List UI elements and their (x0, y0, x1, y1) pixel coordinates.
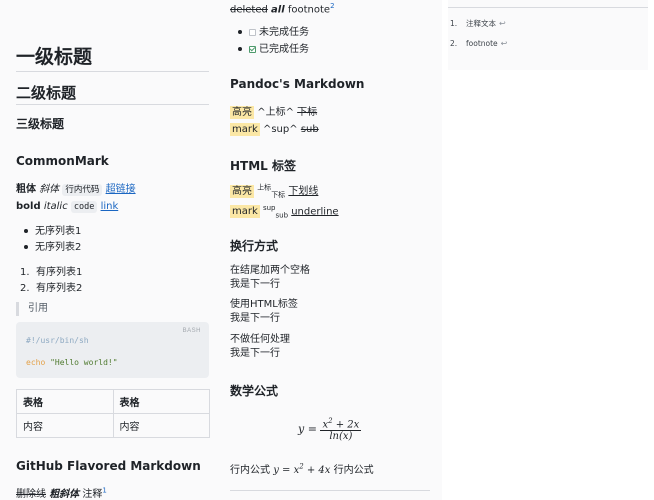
newline-block: 在结尾加两个空格 我是下一行 (230, 265, 310, 290)
html-line-en: mark supsub underline (230, 204, 339, 220)
hyperlink[interactable]: link (101, 201, 119, 212)
checkbox-icon[interactable] (249, 29, 256, 36)
column-right: 1. 注释文本 ↩ 2. footnote ↩ (442, 0, 654, 500)
math-heading: 数学公式 (230, 384, 279, 398)
inline-code: code (70, 201, 98, 213)
newline-block: 不做任何处理 我是下一行 (230, 334, 290, 359)
bold-italic-text: 粗斜体 (49, 489, 80, 500)
column-left: 一级标题 二级标题 三级标题 CommonMark 粗体 斜体 行内代码 超链接… (0, 0, 218, 500)
strikethrough-text: deleted (230, 4, 268, 16)
list-item: 1. 有序列表1 (20, 267, 83, 278)
inline-styles-cn: 粗体 斜体 行内代码 超链接 (16, 180, 136, 196)
commonmark-heading: CommonMark (16, 154, 109, 168)
column-middle: deleted all footnote2 未完成任务 已完成任务 Pandoc… (218, 0, 442, 500)
italic-text: 斜体 (39, 184, 60, 195)
checkbox-checked-icon[interactable] (249, 46, 256, 53)
table-cell: 内容 (16, 413, 114, 438)
footnote-line: deleted all footnote2 (230, 2, 335, 16)
pandoc-heading: Pandoc's Markdown (230, 77, 365, 91)
html-line-cn: 高亮 上标下标 下划线 (230, 183, 319, 199)
code-language-label: BASH (182, 328, 201, 334)
strikethrough-text: 删除线 (16, 489, 46, 500)
bullet-icon (24, 229, 28, 233)
heading-2: 二级标题 (16, 84, 77, 102)
bullet-icon (238, 47, 242, 51)
inline-math-line: 行内公式 y = x2 + 4x 行内公式 (230, 462, 374, 476)
footnotes-panel (448, 0, 648, 70)
gfm-heading: GitHub Flavored Markdown (16, 459, 201, 473)
h2-divider (16, 104, 209, 105)
highlight-text: 高亮 (230, 185, 254, 198)
task-item: 未完成任务 (238, 23, 309, 38)
list-item: 2. 有序列表2 (20, 283, 83, 294)
table-row: 内容 内容 (16, 413, 210, 438)
highlight-text: mark (230, 123, 260, 136)
italic-text: italic (43, 201, 68, 212)
newline-heading: 换行方式 (230, 239, 279, 253)
table-cell: 内容 (112, 413, 210, 438)
highlight-text: mark (230, 205, 260, 219)
heading-3: 三级标题 (16, 117, 65, 131)
inline-formula: y = x2 + 4x (273, 462, 331, 476)
code-line: #!/usr/bin/sh (26, 336, 89, 345)
footnote-ref[interactable]: 2 (330, 2, 334, 10)
underline-text: 下划线 (288, 186, 319, 197)
bold-text: 粗体 (16, 184, 36, 195)
footnotes-divider (448, 7, 648, 8)
return-arrow-icon[interactable]: ↩ (501, 39, 508, 48)
table-header-cell: 表格 (112, 389, 210, 414)
bold-text: bold (16, 201, 41, 212)
bullet-icon (24, 245, 28, 249)
footnote-item: 2. footnote ↩ (450, 39, 508, 48)
heading-1: 一级标题 (16, 46, 93, 68)
inline-styles-en: bold italic code link (16, 201, 119, 213)
markdown-table: 表格 表格 内容 内容 (16, 389, 210, 438)
bold-italic-text: all (271, 4, 285, 16)
blockquote: 引用 (16, 302, 48, 316)
task-item: 已完成任务 (238, 40, 309, 55)
underline-text: underline (291, 206, 339, 218)
pandoc-line-cn: 高亮 ^上标^ 下标 (230, 106, 318, 119)
hyperlink[interactable]: 超链接 (106, 184, 136, 195)
bullet-icon (238, 30, 242, 34)
table-header-cell: 表格 (16, 389, 114, 414)
code-line: echo "Hello world!" (26, 358, 118, 367)
list-item: 无序列表2 (24, 238, 81, 253)
table-header-row: 表格 表格 (16, 389, 210, 414)
html-tags-heading: HTML 标签 (230, 159, 296, 173)
display-formula: y = x2 + 2x ln(x) (298, 417, 362, 443)
code-block[interactable]: BASH #!/usr/bin/sh echo "Hello world!" (16, 322, 209, 378)
highlight-text: 高亮 (230, 106, 254, 119)
newline-block: 使用HTML标签 我是下一行 (230, 299, 298, 324)
footnote-ref[interactable]: 1 (102, 487, 106, 495)
h1-divider (16, 71, 209, 72)
list-item: 无序列表1 (24, 222, 81, 237)
pandoc-line-en: mark ^sup^ sub (230, 123, 319, 136)
return-arrow-icon[interactable]: ↩ (499, 19, 506, 28)
inline-code: 行内代码 (62, 184, 103, 196)
footnote-item: 1. 注释文本 ↩ (450, 19, 506, 28)
footnote-divider (230, 490, 430, 491)
gfm-inline-line: 删除线 粗斜体 注释1 (16, 486, 107, 500)
